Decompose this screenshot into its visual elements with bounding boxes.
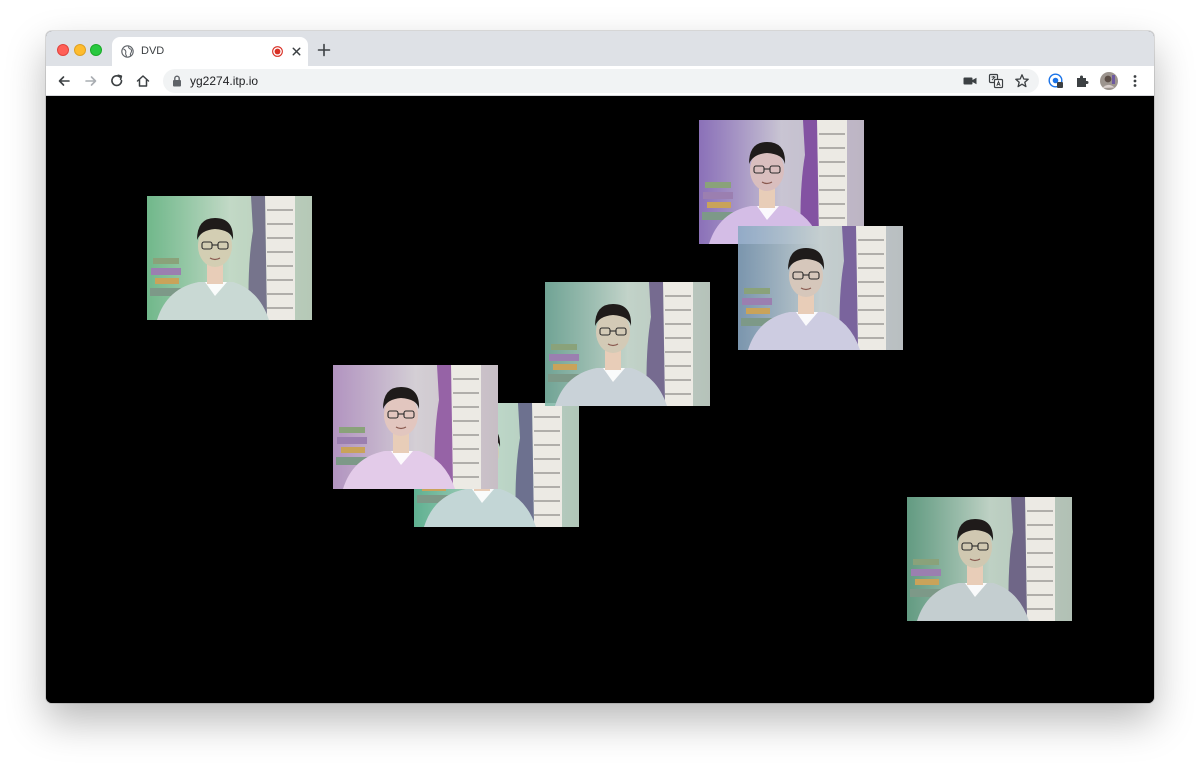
address-bar[interactable]: yg2274.itp.io	[163, 69, 1039, 93]
tab-title: DVD	[141, 45, 165, 57]
webcam-frame	[333, 365, 498, 489]
address-url[interactable]: yg2274.itp.io	[190, 74, 258, 88]
camera-icon[interactable]	[962, 73, 978, 89]
webcam-frame	[545, 282, 710, 406]
reload-icon[interactable]	[109, 73, 125, 89]
home-icon[interactable]	[135, 73, 151, 89]
tab-close-icon[interactable]	[290, 45, 303, 58]
window-maximize-button[interactable]	[90, 44, 102, 56]
webcam-frame	[738, 226, 903, 350]
page-canvas	[46, 96, 1154, 703]
window-minimize-button[interactable]	[74, 44, 86, 56]
puzzle-icon[interactable]	[1074, 73, 1090, 89]
menu-icon[interactable]	[1127, 73, 1143, 89]
globe-icon	[121, 45, 134, 58]
profile-avatar[interactable]	[1100, 72, 1118, 90]
recording-icon	[272, 46, 283, 57]
tab-strip: DVD	[46, 31, 1154, 66]
browser-toolbar: yg2274.itp.io	[46, 66, 1154, 96]
extension-account-icon[interactable]	[1048, 73, 1064, 89]
new-tab-button[interactable]	[317, 43, 331, 57]
webcam-frame	[147, 196, 312, 320]
browser-window: DVD yg2274.itp.io	[46, 31, 1154, 703]
star-icon[interactable]	[1014, 73, 1030, 89]
window-close-button[interactable]	[57, 44, 69, 56]
tab-dvd[interactable]: DVD	[112, 37, 308, 66]
lock-icon[interactable]	[172, 75, 182, 87]
forward-icon[interactable]	[83, 73, 99, 89]
translate-icon[interactable]	[988, 73, 1004, 89]
webcam-frame	[907, 497, 1072, 621]
back-icon[interactable]	[56, 73, 72, 89]
